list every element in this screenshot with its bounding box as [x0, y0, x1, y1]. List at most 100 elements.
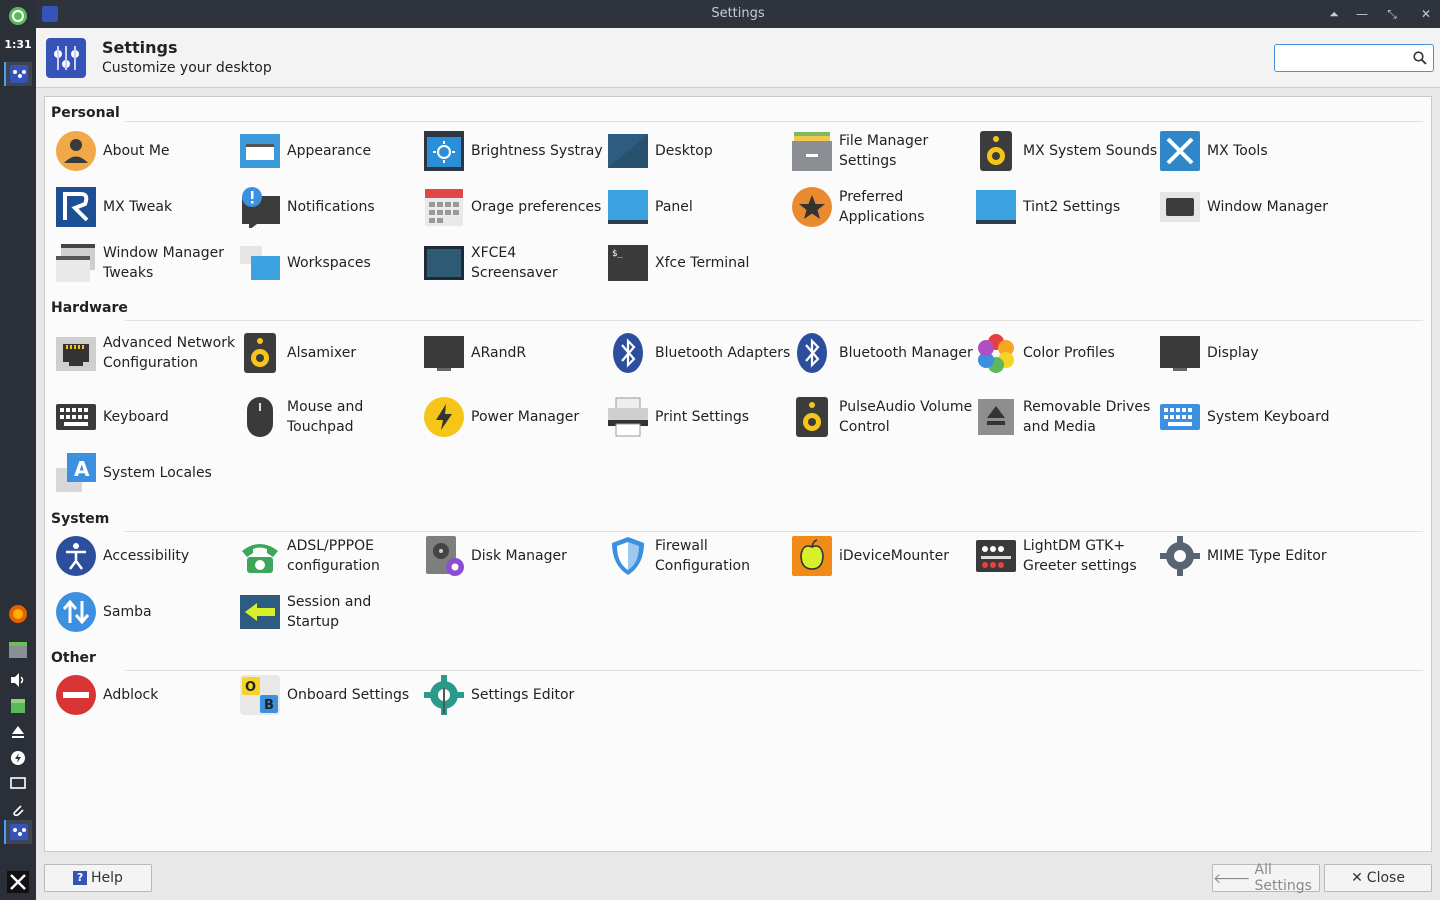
- item-xfce4-screensaver[interactable]: XFCE4 Screensaver: [423, 237, 607, 289]
- item-alsamixer[interactable]: Alsamixer: [239, 327, 423, 379]
- clip-icon[interactable]: [4, 798, 32, 822]
- phone-icon: [239, 535, 281, 577]
- item-tint2-settings[interactable]: Tint2 Settings: [975, 181, 1159, 233]
- search-input[interactable]: [1275, 45, 1405, 71]
- notification-icon: [239, 186, 281, 230]
- disk-icon: [423, 535, 465, 577]
- section-separator: [125, 320, 1423, 321]
- close-window-button[interactable]: ✕: [1416, 4, 1436, 24]
- close-icon: ✕: [1351, 870, 1363, 886]
- header-subtitle: Customize your desktop: [102, 60, 272, 76]
- monitor-icon: [1159, 332, 1201, 374]
- tint2-icon: [975, 186, 1017, 228]
- svg-text:B: B: [264, 698, 274, 713]
- item-session-and-startup[interactable]: Session and Startup: [239, 586, 423, 638]
- printer-icon: [607, 396, 649, 438]
- item-mx-tools[interactable]: MX Tools: [1159, 125, 1343, 177]
- eject-icon[interactable]: [4, 720, 32, 744]
- shield-icon: [607, 535, 649, 577]
- item-adblock[interactable]: Adblock: [55, 669, 239, 721]
- item-print-settings[interactable]: Print Settings: [607, 391, 791, 443]
- item-notifications[interactable]: Notifications: [239, 181, 423, 233]
- power-icon: [423, 396, 465, 438]
- file-manager-icon: [791, 130, 833, 172]
- item-window-manager-tweaks[interactable]: Window Manager Tweaks: [55, 237, 239, 289]
- power-icon[interactable]: [4, 746, 32, 770]
- taskbar: 1:31: [0, 0, 36, 900]
- item-brightness-systray[interactable]: Brightness Systray: [423, 125, 607, 177]
- item-pulseaudio-volume-control[interactable]: PulseAudio Volume Control: [791, 391, 975, 443]
- item-samba[interactable]: Samba: [55, 586, 239, 638]
- package-icon[interactable]: [4, 694, 32, 718]
- item-removable-drives-and-media[interactable]: Removable Drives and Media: [975, 391, 1159, 443]
- window-titlebar[interactable]: Settings ⏶ — ⤡ ✕: [36, 0, 1440, 28]
- speaker-icon: [791, 396, 833, 438]
- keyboard-icon: [1159, 396, 1201, 438]
- item-window-manager[interactable]: Window Manager: [1159, 181, 1343, 233]
- item-mx-system-sounds[interactable]: MX System Sounds: [975, 125, 1159, 177]
- item-disk-manager[interactable]: Disk Manager: [423, 530, 607, 582]
- samba-arrows-icon: [55, 591, 97, 633]
- item-appearance[interactable]: Appearance: [239, 125, 423, 177]
- help-button[interactable]: ? Help: [44, 864, 152, 892]
- item-workspaces[interactable]: Workspaces: [239, 237, 423, 289]
- app-menu-icon[interactable]: [4, 4, 32, 28]
- item-xfce-terminal[interactable]: $_ Xfce Terminal: [607, 237, 791, 289]
- terminal-icon: $_: [607, 242, 649, 284]
- item-system-locales[interactable]: A System Locales: [55, 447, 239, 499]
- clock[interactable]: 1:31: [0, 38, 36, 51]
- speaker-icon: [975, 130, 1017, 172]
- shade-button[interactable]: ⏶: [1324, 4, 1344, 24]
- greeter-icon: [975, 535, 1017, 577]
- item-idevicemounter[interactable]: iDeviceMounter: [791, 530, 975, 582]
- all-settings-button[interactable]: 🡐 All Settings: [1212, 862, 1320, 894]
- item-keyboard[interactable]: Keyboard: [55, 391, 239, 443]
- monitor-icon: [423, 332, 465, 374]
- item-bluetooth-adapters[interactable]: Bluetooth Adapters: [607, 327, 791, 379]
- desktop-icon: [607, 130, 649, 172]
- settings-task-icon[interactable]: [4, 62, 32, 86]
- item-display[interactable]: Display: [1159, 327, 1343, 379]
- brightness-icon: [423, 130, 465, 172]
- minimize-button[interactable]: —: [1352, 4, 1372, 24]
- item-file-manager-settings[interactable]: File Manager Settings: [791, 125, 975, 177]
- volume-icon[interactable]: [4, 668, 32, 692]
- item-onboard-settings[interactable]: OB Onboard Settings: [239, 669, 423, 721]
- search-box[interactable]: [1274, 44, 1434, 72]
- item-panel[interactable]: Panel: [607, 181, 791, 233]
- item-lightdm-gtk-greeter-settings[interactable]: LightDM GTK+ Greeter settings: [975, 530, 1159, 582]
- item-power-manager[interactable]: Power Manager: [423, 391, 607, 443]
- item-system-keyboard[interactable]: System Keyboard: [1159, 391, 1343, 443]
- drive-eject-icon: [975, 396, 1017, 438]
- bluetooth-icon: [607, 332, 649, 374]
- header: Settings Customize your desktop: [36, 28, 1440, 88]
- item-mx-tweak[interactable]: MX Tweak: [55, 181, 239, 233]
- item-mime-type-editor[interactable]: MIME Type Editor: [1159, 530, 1343, 582]
- item-adsl-pppoe-configuration[interactable]: ADSL/PPPOE configuration: [239, 530, 423, 582]
- file-manager-icon[interactable]: [4, 638, 32, 662]
- search-icon[interactable]: [1413, 51, 1427, 65]
- item-preferred-applications[interactable]: Preferred Applications: [791, 181, 975, 233]
- item-desktop[interactable]: Desktop: [607, 125, 791, 177]
- x-logo-icon[interactable]: [4, 870, 32, 894]
- close-button[interactable]: ✕ Close: [1324, 864, 1432, 892]
- item-settings-editor[interactable]: Settings Editor: [423, 669, 607, 721]
- section-other: Other: [51, 650, 96, 666]
- item-firewall-configuration[interactable]: Firewall Configuration: [607, 530, 791, 582]
- svg-text:$_: $_: [612, 249, 623, 259]
- item-arandr[interactable]: ARandR: [423, 327, 607, 379]
- accessibility-icon: [55, 535, 97, 577]
- item-accessibility[interactable]: Accessibility: [55, 530, 239, 582]
- settings-panel: Personal About Me Appearance Brightness …: [44, 96, 1432, 852]
- item-mouse-and-touchpad[interactable]: Mouse and Touchpad: [239, 391, 423, 443]
- maximize-button[interactable]: ⤡: [1382, 4, 1402, 24]
- screen-icon[interactable]: [4, 772, 32, 796]
- item-advanced-network-configuration[interactable]: Advanced Network Configuration: [55, 323, 239, 383]
- item-bluetooth-manager[interactable]: Bluetooth Manager: [791, 327, 975, 379]
- item-about-me[interactable]: About Me: [55, 125, 239, 177]
- firefox-icon[interactable]: [4, 602, 32, 626]
- color-wheel-icon: [975, 332, 1017, 374]
- settings-tray-icon[interactable]: [4, 820, 32, 844]
- item-color-profiles[interactable]: Color Profiles: [975, 327, 1159, 379]
- item-orage-preferences[interactable]: Orage preferences: [423, 181, 607, 233]
